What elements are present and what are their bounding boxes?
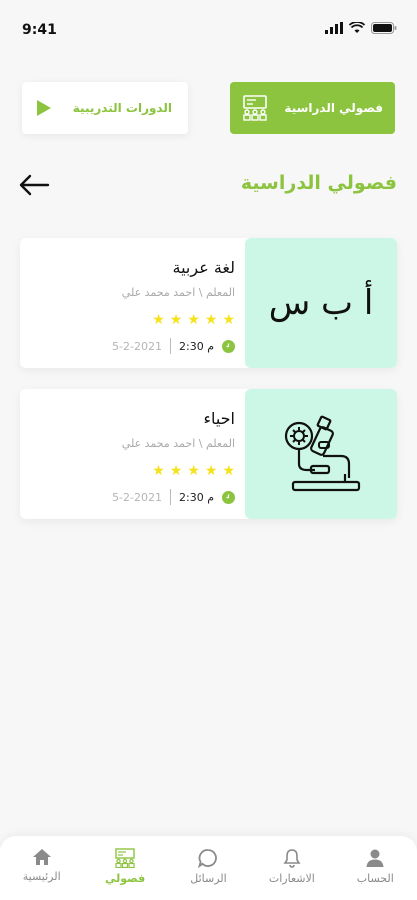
section-header: فصولي الدراسية bbox=[18, 170, 397, 204]
play-icon bbox=[37, 100, 51, 116]
course-date: 5-2-2021 bbox=[112, 490, 162, 504]
home-icon bbox=[32, 849, 51, 865]
status-time: 9:41 bbox=[22, 22, 57, 38]
status-bar: 9:41 bbox=[0, 0, 417, 60]
nav-item-notifications[interactable]: الاشعارات bbox=[252, 848, 332, 885]
divider bbox=[169, 489, 171, 505]
top-tabs: الدورات التدريبية فصولي الدراسية bbox=[22, 82, 395, 136]
course-card-arabic[interactable]: أ ب س لغة عربية المعلم \ احمد محمد علي ★… bbox=[20, 238, 397, 368]
chat-icon bbox=[198, 849, 218, 868]
classroom-icon bbox=[243, 95, 267, 121]
tab-my-classes[interactable]: فصولي الدراسية bbox=[230, 82, 395, 134]
nav-item-messages[interactable]: الرسائل bbox=[168, 848, 248, 885]
star-icon: ★ bbox=[152, 463, 165, 479]
user-icon bbox=[366, 849, 384, 867]
arabic-letters-image: أ ب س bbox=[268, 283, 374, 323]
clock-icon bbox=[222, 339, 235, 353]
status-icons bbox=[325, 22, 397, 34]
course-image: أ ب س bbox=[245, 238, 397, 368]
tab-training-courses[interactable]: الدورات التدريبية bbox=[22, 82, 188, 134]
tab-training-label: الدورات التدريبية bbox=[72, 101, 172, 115]
star-icon: ★ bbox=[222, 312, 235, 328]
rating-stars: ★ ★ ★ ★ ★ bbox=[152, 312, 235, 328]
star-icon: ★ bbox=[187, 463, 200, 479]
teacher-name: المعلم \ احمد محمد علي bbox=[121, 437, 235, 450]
star-icon: ★ bbox=[152, 312, 165, 328]
course-info: لغة عربية المعلم \ احمد محمد علي ★ ★ ★ ★… bbox=[20, 238, 245, 368]
nav-label: الحساب bbox=[356, 872, 394, 885]
bottom-nav: الرئيسية فصولي الرسائل الاشعارات الحساب bbox=[0, 836, 417, 900]
course-time: 2:30 م bbox=[178, 490, 214, 504]
battery-icon bbox=[371, 22, 397, 34]
teacher-name: المعلم \ احمد محمد علي bbox=[121, 286, 235, 299]
nav-label: الرئيسية bbox=[22, 870, 61, 883]
classroom-icon bbox=[115, 848, 135, 868]
divider bbox=[169, 338, 171, 354]
signal-icon bbox=[325, 22, 343, 34]
star-icon: ★ bbox=[222, 463, 235, 479]
star-icon: ★ bbox=[169, 312, 183, 328]
nav-label: فصولي bbox=[104, 872, 146, 885]
section-title: فصولي الدراسية bbox=[240, 172, 397, 194]
course-card-biology[interactable]: احياء المعلم \ احمد محمد علي ★ ★ ★ ★ ★ 5… bbox=[20, 389, 397, 519]
course-time: 2:30 م bbox=[178, 339, 214, 353]
rating-stars: ★ ★ ★ ★ ★ bbox=[152, 463, 235, 479]
clock-icon bbox=[222, 490, 235, 504]
arrow-left-icon[interactable] bbox=[18, 174, 50, 196]
nav-label: الرسائل bbox=[190, 872, 227, 885]
course-info: احياء المعلم \ احمد محمد علي ★ ★ ★ ★ ★ 5… bbox=[20, 389, 245, 519]
microscope-icon bbox=[284, 415, 361, 492]
course-name: لغة عربية bbox=[172, 258, 236, 277]
wifi-icon bbox=[349, 22, 365, 33]
nav-label: الاشعارات bbox=[268, 872, 315, 885]
nav-item-account[interactable]: الحساب bbox=[335, 848, 415, 885]
course-image bbox=[245, 389, 397, 519]
course-name: احياء bbox=[203, 409, 235, 428]
star-icon: ★ bbox=[204, 463, 218, 479]
star-icon: ★ bbox=[169, 463, 183, 479]
tab-classes-label: فصولي الدراسية bbox=[284, 101, 383, 115]
nav-item-classes[interactable]: فصولي bbox=[85, 848, 165, 885]
course-date: 5-2-2021 bbox=[112, 339, 162, 353]
bell-icon bbox=[283, 849, 301, 868]
course-meta: 5-2-2021 2:30 م bbox=[112, 338, 235, 354]
star-icon: ★ bbox=[187, 312, 200, 328]
course-meta: 5-2-2021 2:30 م bbox=[112, 489, 235, 505]
star-icon: ★ bbox=[204, 312, 218, 328]
nav-item-home[interactable]: الرئيسية bbox=[2, 848, 82, 883]
